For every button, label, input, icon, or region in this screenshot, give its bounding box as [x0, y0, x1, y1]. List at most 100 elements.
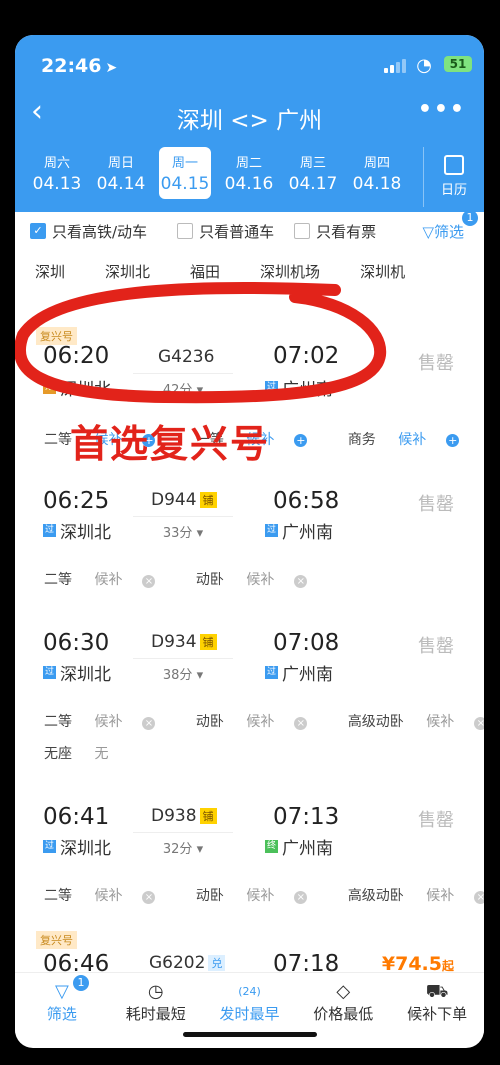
station-tab[interactable]: 深圳 — [35, 253, 65, 293]
station-tab[interactable]: 深圳机 — [360, 253, 405, 293]
from-station: 过深圳北 — [43, 839, 111, 859]
seat-class: 商务 候补 + — [347, 432, 460, 448]
plus-icon: + — [294, 434, 308, 447]
bottom-tabbar: ▽ 筛选 1 ◷ 耗时最短 (24) 发时最早 ◇ 价格最低 ⛟ 候补下单 — [15, 972, 484, 1033]
close-icon: × — [142, 717, 156, 730]
station-tab[interactable]: 深圳北 — [105, 253, 150, 293]
departure-time: 06:41 — [43, 804, 110, 830]
wifi-icon: ◔ — [416, 55, 432, 76]
checkbox-box — [177, 223, 194, 239]
calendar-label: 日历 — [440, 183, 467, 198]
seat-class: 动卧 候补 × — [196, 572, 325, 588]
from-station: 过深圳北 — [43, 665, 111, 685]
seat-class: 二等 候补 × — [44, 714, 173, 730]
date-tab[interactable]: 周六 04.13 — [25, 147, 89, 199]
cart-icon: ⛟ — [425, 981, 449, 1002]
seat-class: 二等 候补 × — [44, 572, 173, 588]
train-number: D934 铺 — [151, 632, 217, 652]
close-icon: × — [294, 891, 308, 904]
filter-badge: 1 — [462, 210, 478, 226]
checkbox-putong[interactable]: 只看普通车 — [177, 221, 274, 242]
tab-filter[interactable]: ▽ 筛选 1 — [15, 973, 109, 1033]
fuxinghao-badge: 复兴号 — [36, 931, 77, 949]
more-icon[interactable]: ••• — [418, 97, 466, 122]
tab-earliest[interactable]: (24) 发时最早 — [203, 973, 297, 1033]
duration: 32分 ▾ — [133, 832, 233, 857]
sold-out-label: 售罄 — [418, 636, 454, 657]
date-tab[interactable]: 周日 04.14 — [89, 147, 153, 199]
filter-button[interactable]: ▽筛选 — [422, 221, 464, 242]
filter-bar: ✓ 只看高铁/动车 只看普通车 只看有票 ▽筛选 1 — [15, 210, 484, 250]
close-icon: × — [294, 575, 308, 588]
seat-row: 二等 候补 × 动卧 候补 × — [44, 569, 343, 589]
seat-row-extra: 无座 无 — [44, 743, 144, 763]
train-number: G4236 — [158, 347, 215, 367]
seat-class: 动卧 候补 × — [196, 888, 325, 904]
start-tag: 始 — [43, 381, 56, 394]
to-station: 过广州南 — [265, 665, 333, 685]
close-icon: × — [142, 575, 156, 588]
checkbox-gaotie[interactable]: ✓ 只看高铁/动车 — [30, 221, 147, 242]
to-station: 过广州南 — [265, 380, 333, 400]
departure-time: 06:20 — [43, 343, 110, 369]
seat-class: 高级动卧 候补 × — [348, 714, 484, 730]
station-tabs: 深圳 深圳北 福田 深圳机场 深圳机 — [15, 253, 484, 293]
close-icon: × — [294, 717, 308, 730]
home-indicator — [183, 1032, 317, 1037]
funnel-icon: ▽ — [422, 222, 434, 241]
arrival-time: 06:58 — [273, 488, 340, 514]
arrival-time: 07:08 — [273, 630, 340, 656]
tab-waitlist[interactable]: ⛟ 候补下单 — [390, 973, 484, 1033]
sleeper-tag: 铺 — [199, 808, 217, 824]
date-tab-selected[interactable]: 周一 04.15 — [159, 147, 211, 199]
seat-row: 二等 候补 × 动卧 候补 × 高级动卧 候补 × — [44, 885, 484, 905]
train-number: G6202 兑 — [149, 953, 226, 973]
calendar-icon — [444, 155, 464, 175]
from-station: 过深圳北 — [43, 523, 111, 543]
seat-class: 动卧 候补 × — [196, 714, 325, 730]
duration: 38分 ▾ — [133, 658, 233, 683]
tab-shortest[interactable]: ◷ 耗时最短 — [109, 973, 203, 1033]
seat-class: 高级动卧 候补 × — [348, 888, 484, 904]
calendar-button[interactable]: 日历 — [423, 147, 484, 207]
arrival-time: 07:13 — [273, 804, 340, 830]
tab-cheapest[interactable]: ◇ 价格最低 — [296, 973, 390, 1033]
sold-out-label: 售罄 — [418, 810, 454, 831]
date-selector: 周六 04.13 周日 04.14 周一 04.15 周二 04.16 周三 04.17 … — [15, 147, 420, 199]
clock-icon: ◷ — [147, 981, 164, 1002]
departure-time: 06:25 — [43, 488, 110, 514]
header: 22:46 ➤ ◔ 51 ‹ 深圳 <> 广州 ••• 周六 04.13 周日 04.… — [15, 35, 484, 212]
date-tab[interactable]: 周四 04.18 — [345, 147, 409, 199]
check-icon: ✓ — [30, 223, 46, 239]
seat-class: 二等 候补 × — [44, 888, 173, 904]
station-tab[interactable]: 福田 — [190, 253, 220, 293]
close-icon: × — [142, 891, 156, 904]
checkbox-available[interactable]: 只看有票 — [294, 221, 376, 242]
location-arrow-icon: ➤ — [105, 60, 118, 76]
duration: 42分 ▾ — [133, 373, 233, 398]
seat-class: 无座 无 — [44, 746, 109, 762]
arrival-time: 07:02 — [273, 343, 340, 369]
annotation-text: 首选复兴号 — [70, 422, 271, 466]
sleeper-tag: 铺 — [199, 492, 217, 508]
filter-icon: ▽ — [54, 981, 69, 1002]
duration: 33分 ▾ — [133, 516, 233, 541]
station-tab[interactable]: 深圳机场 — [260, 253, 320, 293]
status-bar: 22:46 ➤ — [41, 55, 117, 77]
exchange-tag: 兑 — [208, 955, 226, 971]
plus-icon: + — [446, 434, 460, 447]
battery-icon: 51 — [444, 56, 472, 72]
train-number: D944 铺 — [151, 490, 217, 510]
checkbox-box — [294, 223, 311, 239]
date-tab[interactable]: 周二 04.16 — [217, 147, 281, 199]
to-station: 终广州南 — [265, 839, 333, 859]
pass-tag: 过 — [265, 381, 278, 394]
train-number: D938 铺 — [151, 806, 217, 826]
24h-icon: (24) — [238, 985, 261, 998]
sold-out-label: 售罄 — [418, 353, 454, 374]
close-icon: × — [474, 717, 484, 730]
seat-row: 二等 候补 × 动卧 候补 × 高级动卧 候补 × — [44, 711, 484, 731]
date-tab[interactable]: 周三 04.17 — [281, 147, 345, 199]
price-tag-icon: ◇ — [336, 981, 351, 1002]
from-station: 始深圳北 — [43, 380, 111, 400]
